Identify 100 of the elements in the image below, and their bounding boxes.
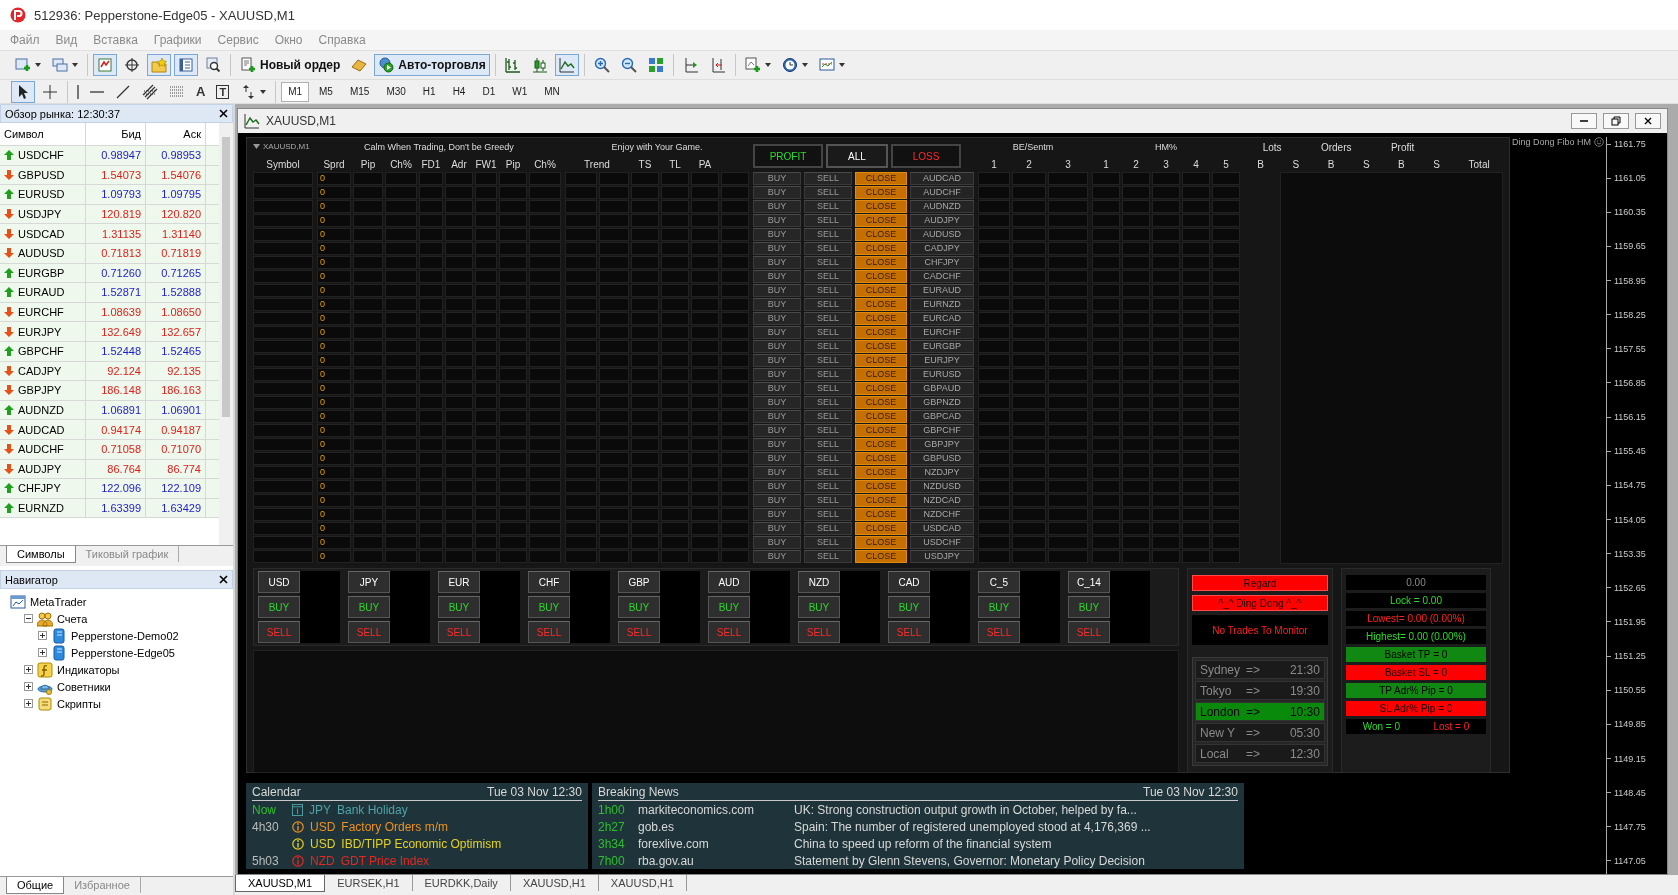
sell-button[interactable]: SELL	[257, 621, 300, 643]
sell-button[interactable]: SELL	[803, 452, 852, 465]
timeframe-button[interactable]: MN	[537, 81, 567, 102]
pair-button[interactable]: AUDCAD	[909, 172, 974, 185]
close-position-button[interactable]: CLOSE	[854, 340, 907, 353]
pair-button[interactable]: AUDCHF	[909, 186, 974, 199]
pair-button[interactable]: AUDUSD	[909, 228, 974, 241]
close-position-button[interactable]: CLOSE	[854, 312, 907, 325]
new-order-button[interactable]: Новый ордер	[236, 54, 345, 76]
sell-button[interactable]: SELL	[803, 466, 852, 479]
sell-button[interactable]: SELL	[803, 312, 852, 325]
tree-item[interactable]: Скрипты	[57, 697, 101, 710]
expand-toggle-icon[interactable]	[38, 631, 47, 640]
menu-item[interactable]: Графики	[149, 33, 214, 47]
buy-button[interactable]: BUY	[752, 242, 801, 255]
close-position-button[interactable]: CLOSE	[854, 522, 907, 535]
close-position-button[interactable]: CLOSE	[854, 466, 907, 479]
close-position-button[interactable]: CLOSE	[854, 438, 907, 451]
pair-button[interactable]: GBPAUD	[909, 382, 974, 395]
panel-tab[interactable]: Тиковый график	[75, 546, 180, 562]
close-position-button[interactable]: CLOSE	[854, 494, 907, 507]
sell-button[interactable]: SELL	[803, 256, 852, 269]
text-label-tool[interactable]: T	[212, 80, 234, 103]
currency-button[interactable]: C_5	[977, 571, 1020, 593]
pair-button[interactable]: USDCHF	[909, 536, 974, 549]
sell-button[interactable]: SELL	[887, 621, 930, 643]
buy-button[interactable]: BUY	[752, 326, 801, 339]
filter-button[interactable]: PROFIT	[752, 144, 823, 168]
buy-button[interactable]: BUY	[752, 312, 801, 325]
sell-button[interactable]: SELL	[803, 228, 852, 241]
buy-button[interactable]: BUY	[887, 596, 930, 618]
sell-button[interactable]: SELL	[803, 214, 852, 227]
buy-button[interactable]: BUY	[797, 596, 840, 618]
close-position-button[interactable]: CLOSE	[854, 410, 907, 423]
panel-tab[interactable]: Общие	[6, 877, 65, 894]
buy-button[interactable]: BUY	[752, 410, 801, 423]
pair-button[interactable]: GBPCHF	[909, 424, 974, 437]
buy-button[interactable]: BUY	[617, 596, 660, 618]
close-position-button[interactable]: CLOSE	[854, 382, 907, 395]
close-position-button[interactable]: CLOSE	[854, 480, 907, 493]
pair-button[interactable]: GBPUSD	[909, 452, 974, 465]
close-position-button[interactable]: CLOSE	[854, 186, 907, 199]
menu-item[interactable]: Вставка	[89, 33, 150, 47]
news-headline[interactable]: Statement by Glenn Stevens, Governor: Monetary Policy Decision	[793, 853, 1145, 868]
close-button[interactable]	[1635, 113, 1661, 129]
currency-button[interactable]: USD	[257, 571, 300, 593]
chart-tab[interactable]: XAUUSD,H1	[510, 875, 599, 891]
alert-button[interactable]: ^_^ Ding Dong ^_^	[1191, 595, 1328, 611]
event-title[interactable]: Bank Holiday	[337, 802, 408, 817]
buy-button[interactable]: BUY	[752, 270, 801, 283]
buy-button[interactable]: BUY	[752, 494, 801, 507]
currency-button[interactable]: JPY	[347, 571, 390, 593]
currency-button[interactable]: AUD	[707, 571, 750, 593]
buy-button[interactable]: BUY	[977, 596, 1020, 618]
toolbar-button[interactable]	[11, 80, 35, 103]
filter-button[interactable]: LOSS	[890, 144, 961, 168]
menu-item[interactable]: Сервис	[213, 33, 271, 47]
close-position-button[interactable]: CLOSE	[854, 200, 907, 213]
column-header[interactable]: Бид	[86, 123, 146, 145]
buy-button[interactable]: BUY	[752, 298, 801, 311]
buy-button[interactable]: BUY	[707, 596, 750, 618]
tree-item[interactable]: Pepperstone-Edge05	[71, 646, 175, 659]
buy-button[interactable]: BUY	[752, 508, 801, 521]
chart-tab[interactable]: EURDKK,Daily	[412, 875, 511, 891]
sell-button[interactable]: SELL	[527, 621, 570, 643]
sell-button[interactable]: SELL	[803, 298, 852, 311]
sell-button[interactable]: SELL	[803, 270, 852, 283]
sell-button[interactable]: SELL	[617, 621, 660, 643]
buy-button[interactable]: BUY	[752, 522, 801, 535]
chart-tab[interactable]: XAUUSD,H1	[598, 875, 687, 891]
close-position-button[interactable]: CLOSE	[854, 242, 907, 255]
panel-tab[interactable]: Избранное	[64, 877, 141, 893]
sell-button[interactable]: SELL	[803, 242, 852, 255]
pair-button[interactable]: NZDCAD	[909, 494, 974, 507]
sell-button[interactable]: SELL	[803, 536, 852, 549]
pair-button[interactable]: CADCHF	[909, 270, 974, 283]
buy-button[interactable]: BUY	[752, 284, 801, 297]
sell-button[interactable]: SELL	[803, 326, 852, 339]
sell-button[interactable]: SELL	[803, 550, 852, 563]
close-position-button[interactable]: CLOSE	[854, 326, 907, 339]
sell-button[interactable]: SELL	[347, 621, 390, 643]
close-icon[interactable]	[218, 575, 228, 584]
close-position-button[interactable]: CLOSE	[854, 270, 907, 283]
buy-button[interactable]: BUY	[527, 596, 570, 618]
tree-item[interactable]: Индикаторы	[57, 663, 120, 676]
sell-button[interactable]: SELL	[803, 508, 852, 521]
expand-toggle-icon[interactable]	[24, 699, 33, 708]
chart-tab[interactable]: EURSEK,H1	[325, 875, 413, 891]
menu-item[interactable]: Справка	[314, 33, 378, 47]
buy-button[interactable]: BUY	[752, 438, 801, 451]
text-tool[interactable]: A	[192, 80, 210, 103]
buy-button[interactable]: BUY	[752, 536, 801, 549]
buy-button[interactable]: BUY	[752, 382, 801, 395]
sell-button[interactable]: SELL	[803, 200, 852, 213]
pair-button[interactable]: NZDJPY	[909, 466, 974, 479]
event-title[interactable]: GDT Price Index	[340, 853, 430, 868]
buy-button[interactable]: BUY	[257, 596, 300, 618]
buy-button[interactable]: BUY	[347, 596, 390, 618]
minimize-button[interactable]	[1571, 113, 1597, 129]
currency-button[interactable]: CAD	[887, 571, 930, 593]
